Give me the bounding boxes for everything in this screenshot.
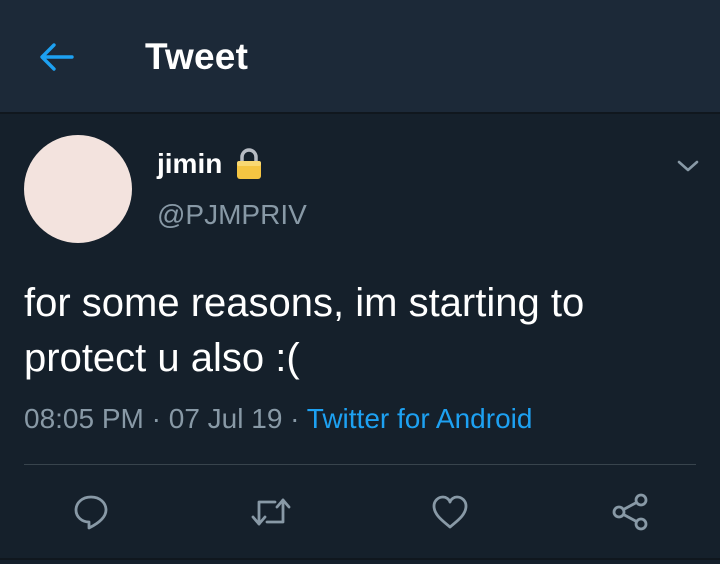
tweet-meta: 08:05 PM · 07 Jul 19 · Twitter for Andro… <box>24 403 532 435</box>
top-app-bar: Tweet <box>0 0 720 114</box>
retweet-icon <box>251 498 291 526</box>
page-title: Tweet <box>145 36 249 77</box>
divider <box>24 464 696 465</box>
arrow-left-icon <box>40 43 74 71</box>
author-name-row: jimin <box>157 147 264 181</box>
meta-separator: · <box>151 403 161 434</box>
back-button[interactable] <box>30 34 82 80</box>
like-button[interactable] <box>424 486 476 538</box>
share-button[interactable] <box>604 486 656 538</box>
bottom-divider <box>0 558 720 560</box>
share-icon <box>612 493 648 531</box>
meta-separator: · <box>290 403 300 434</box>
retweet-button[interactable] <box>245 486 297 538</box>
lock-icon <box>237 148 262 179</box>
reply-button[interactable] <box>65 486 117 538</box>
comment-icon <box>74 495 108 530</box>
tweet-options-button[interactable] <box>672 150 704 182</box>
tweet-date: 07 Jul 19 <box>168 403 283 434</box>
tweet-actions <box>0 486 720 538</box>
author-handle[interactable]: @PJMPRIV <box>157 199 307 231</box>
avatar[interactable] <box>24 135 132 243</box>
heart-icon <box>432 495 468 529</box>
tweet-time: 08:05 PM <box>24 403 144 434</box>
tweet-source-link[interactable]: Twitter for Android <box>307 403 533 434</box>
author-display-name[interactable]: jimin <box>157 148 222 180</box>
tweet-text: for some reasons, im starting to protect… <box>24 281 585 380</box>
chevron-down-icon <box>677 160 699 172</box>
